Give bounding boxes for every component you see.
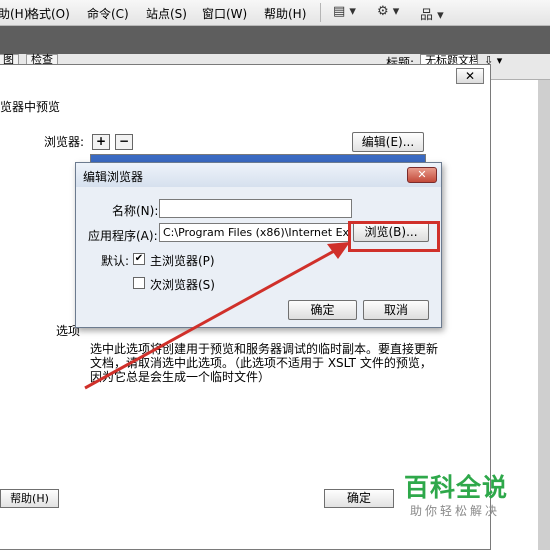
menu-separator [320, 3, 321, 22]
dialog-ok-button[interactable]: 确定 [288, 300, 357, 320]
watermark-subtitle: 助你轻松解决 [410, 504, 501, 518]
close-icon[interactable]: ✕ [456, 68, 484, 84]
option-description: 选中此选项将创建用于预览和服务器调试的临时副本。要直接更新文档，请取消选中此选项… [90, 342, 439, 384]
dialog-titlebar[interactable]: 编辑浏览器 ✕ [76, 163, 441, 187]
menu-window[interactable]: 窗口(W) [202, 5, 247, 22]
menu-format[interactable]: 格式(O) [27, 5, 70, 22]
gear-icon[interactable]: ⚙ ▾ [377, 4, 399, 19]
default-label: 默认: [101, 254, 130, 268]
add-browser-button[interactable]: + [92, 134, 110, 150]
name-input[interactable] [159, 199, 352, 218]
dialog-cancel-button[interactable]: 取消 [363, 300, 429, 320]
menu-bar: 帮助(H) 格式(O) 命令(C) 站点(S) 窗口(W) 帮助(H) ▤ ▾ … [0, 0, 550, 26]
watermark-title: 百科全说 [404, 473, 509, 502]
secondary-browser-label: 次浏览器(S) [150, 278, 215, 292]
name-label: 名称(N): [112, 204, 159, 218]
dialog-close-icon[interactable]: ✕ [407, 167, 437, 183]
menu-help[interactable]: 帮助(H) [264, 5, 306, 22]
primary-browser-checkbox[interactable]: ✔ [133, 253, 145, 265]
site-map-icon[interactable]: 品 ▾ [420, 4, 444, 23]
remove-browser-button[interactable]: − [115, 134, 133, 150]
menu-commands[interactable]: 命令(C) [87, 5, 129, 22]
application-input[interactable]: C:\Program Files (x86)\Internet Explor [159, 223, 349, 242]
application-label: 应用程序(A): [88, 229, 158, 243]
preview-heading: 览器中预览 [0, 100, 61, 114]
primary-browser-label: 主浏览器(P) [150, 254, 215, 268]
secondary-browser-checkbox[interactable] [133, 277, 145, 289]
menu-site[interactable]: 站点(S) [146, 5, 187, 22]
scrollbar[interactable] [538, 80, 550, 550]
help-button[interactable]: 帮助(H) [0, 489, 59, 508]
browsers-label: 浏览器: [44, 135, 85, 149]
edit-browser-button[interactable]: 编辑(E)... [352, 132, 424, 152]
ok-button[interactable]: 确定 [324, 489, 394, 508]
dialog-title: 编辑浏览器 [83, 170, 144, 184]
watermark-logo: 百科全说 助你轻松解决 [398, 466, 526, 526]
highlight-box [348, 221, 440, 252]
layout-icon[interactable]: ▤ ▾ [333, 4, 356, 19]
menu-edit[interactable]: 帮助(H) [0, 5, 28, 22]
